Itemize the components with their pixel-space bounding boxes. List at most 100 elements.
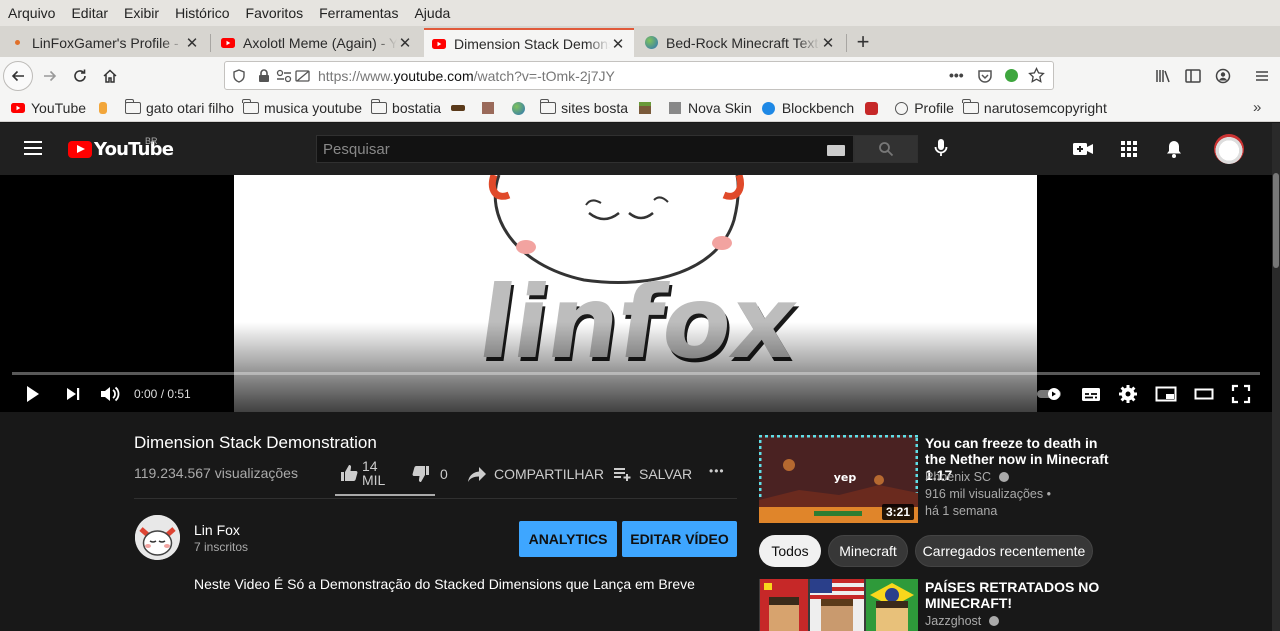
volume-icon[interactable]	[99, 383, 121, 405]
fullscreen-icon[interactable]	[1231, 383, 1251, 405]
video-player[interactable]: linfox linfox 0:00 / 0:51	[0, 175, 1272, 412]
dislike-count: 0	[440, 466, 448, 482]
account-icon[interactable]	[1215, 68, 1231, 84]
back-arrow-icon	[11, 70, 24, 82]
bookmark-red[interactable]	[863, 101, 884, 115]
fox-avatar-image	[135, 515, 180, 560]
sentiment-bar	[335, 494, 435, 496]
channel-avatar[interactable]	[135, 515, 180, 560]
search-icon	[879, 142, 894, 157]
mic-icon[interactable]	[934, 138, 948, 158]
bookmark-youtube[interactable]: YouTube	[10, 100, 86, 116]
save-button[interactable]: SALVAR	[613, 465, 692, 483]
menu-favoritos[interactable]: Favoritos	[246, 5, 304, 21]
menu-ferramentas[interactable]: Ferramentas	[319, 5, 398, 21]
new-tab-button[interactable]: +	[850, 28, 876, 56]
recommended-thumbnail-2[interactable]	[759, 579, 918, 631]
search-input[interactable]: Pesquisar	[316, 135, 854, 163]
account-avatar[interactable]	[1214, 134, 1244, 164]
close-tab-icon[interactable]: ✕	[397, 34, 413, 52]
pocket-icon[interactable]	[977, 68, 993, 84]
page-scrollbar[interactable]	[1272, 123, 1280, 631]
next-video-icon[interactable]	[65, 383, 81, 405]
more-actions-button[interactable]: •••	[709, 464, 725, 478]
guide-menu-icon[interactable]	[24, 141, 42, 155]
analytics-button[interactable]: ANALYTICS	[519, 521, 617, 557]
navigation-toolbar: https://www.youtube.com/watch?v=-tOmk-2j…	[0, 57, 1280, 95]
bookmark-star-icon[interactable]	[1028, 67, 1045, 84]
hamburger-menu-icon[interactable]	[1255, 68, 1269, 84]
globe-favicon-icon	[644, 36, 658, 50]
bookmark-nova-skin[interactable]: Nova Skin	[667, 100, 752, 116]
hat-icon	[450, 101, 466, 115]
theater-mode-icon[interactable]	[1194, 383, 1214, 405]
library-icon[interactable]	[1155, 68, 1171, 84]
bookmark-gato-otari-filho[interactable]: gato otari filho	[124, 99, 234, 116]
bookmark-profile[interactable]: Profile	[893, 100, 954, 116]
verified-badge-icon	[988, 616, 999, 626]
menu-arquivo[interactable]: Arquivo	[8, 5, 55, 21]
home-button[interactable]	[95, 61, 125, 91]
play-icon[interactable]	[24, 383, 42, 405]
settings-gear-icon[interactable]	[1118, 383, 1138, 405]
bookmark-bostatia[interactable]: bostatia	[370, 99, 441, 116]
tab-separator	[210, 34, 211, 52]
recommended-channel-2[interactable]: Jazzghost	[925, 613, 999, 630]
progress-bar[interactable]	[12, 372, 1260, 375]
menu-editar[interactable]: Editar	[71, 5, 108, 21]
recommended-title-2[interactable]: PAÍSES RETRATADOS NO MINECRAFT!	[925, 579, 1115, 611]
tab-axolotl-meme[interactable]: Axolotl Meme (Again) - Yo ✕	[213, 28, 421, 57]
more-bookmarks-icon[interactable]: »	[1253, 99, 1261, 116]
create-video-icon[interactable]	[1073, 137, 1093, 161]
apps-grid-icon[interactable]	[1120, 137, 1138, 161]
folder-icon	[962, 99, 979, 115]
miniplayer-icon[interactable]	[1155, 383, 1177, 405]
close-tab-icon[interactable]: ✕	[610, 35, 626, 53]
bookmark-sites-bosta[interactable]: sites bosta	[539, 99, 628, 116]
bookmark-cube[interactable]	[480, 101, 501, 115]
back-button[interactable]	[3, 61, 33, 91]
scrollbar-thumb[interactable]	[1273, 173, 1279, 268]
bookmark-blockbench[interactable]: Blockbench	[761, 100, 854, 116]
like-button[interactable]: 14 MIL	[340, 459, 385, 487]
subtitles-icon[interactable]	[1081, 383, 1101, 405]
bookmark-dark[interactable]	[450, 101, 471, 115]
keyboard-icon[interactable]	[827, 145, 845, 156]
chip-minecraft[interactable]: Minecraft	[828, 535, 908, 567]
tab-bedrock-textures[interactable]: Bed-Rock Minecraft Textu ✕	[636, 28, 844, 57]
recommended-channel[interactable]: Phoenix SC	[925, 469, 1009, 486]
tab-dimension-stack[interactable]: Dimension Stack Demonst ✕	[424, 28, 634, 57]
reload-button[interactable]	[65, 61, 95, 91]
url-text[interactable]: https://www.youtube.com/watch?v=-tOmk-2j…	[318, 68, 615, 84]
dislike-button[interactable]: 0	[412, 465, 448, 483]
youtube-play-icon	[68, 141, 92, 158]
chip-carregados-recentemente[interactable]: Carregados recentemente	[915, 535, 1093, 567]
channel-name[interactable]: Lin Fox	[194, 522, 240, 538]
bookmark-minecraft[interactable]	[637, 101, 658, 115]
edit-video-button[interactable]: EDITAR VÍDEO	[622, 521, 737, 557]
youtube-logo[interactable]: YouTube BR	[68, 136, 174, 160]
menu-ajuda[interactable]: Ajuda	[414, 5, 450, 21]
recommended-thumbnail[interactable]: yep 3:21	[759, 435, 918, 523]
forward-button[interactable]	[35, 61, 65, 91]
autoplay-toggle-icon[interactable]	[1036, 383, 1064, 405]
sidebar-toggle-icon[interactable]	[1185, 68, 1201, 84]
url-bar[interactable]: https://www.youtube.com/watch?v=-tOmk-2j…	[224, 61, 1054, 90]
bookmark-musica-youtube[interactable]: musica youtube	[242, 99, 362, 116]
bookmark-globe[interactable]	[510, 101, 531, 115]
chip-todos[interactable]: Todos	[759, 535, 821, 567]
close-tab-icon[interactable]: ✕	[184, 34, 200, 52]
tab-bar: LinFoxGamer's Profile - N ✕ Axolotl Meme…	[0, 26, 1280, 57]
tab-linfox-profile[interactable]: LinFoxGamer's Profile - N ✕	[2, 28, 208, 57]
share-button[interactable]: COMPARTILHAR	[467, 465, 604, 483]
bookmark-narutosemcopyright[interactable]: narutosemcopyright	[962, 99, 1107, 116]
subscriber-count: 7 inscritos	[194, 540, 249, 554]
close-tab-icon[interactable]: ✕	[820, 34, 836, 52]
page-actions-icon[interactable]: •••	[949, 67, 964, 83]
search-button[interactable]	[854, 135, 918, 163]
bookmark-orange[interactable]	[95, 101, 116, 115]
extension-check-icon[interactable]	[1005, 69, 1018, 82]
menu-exibir[interactable]: Exibir	[124, 5, 159, 21]
notifications-bell-icon[interactable]	[1165, 137, 1183, 161]
menu-historico[interactable]: Histórico	[175, 5, 229, 21]
